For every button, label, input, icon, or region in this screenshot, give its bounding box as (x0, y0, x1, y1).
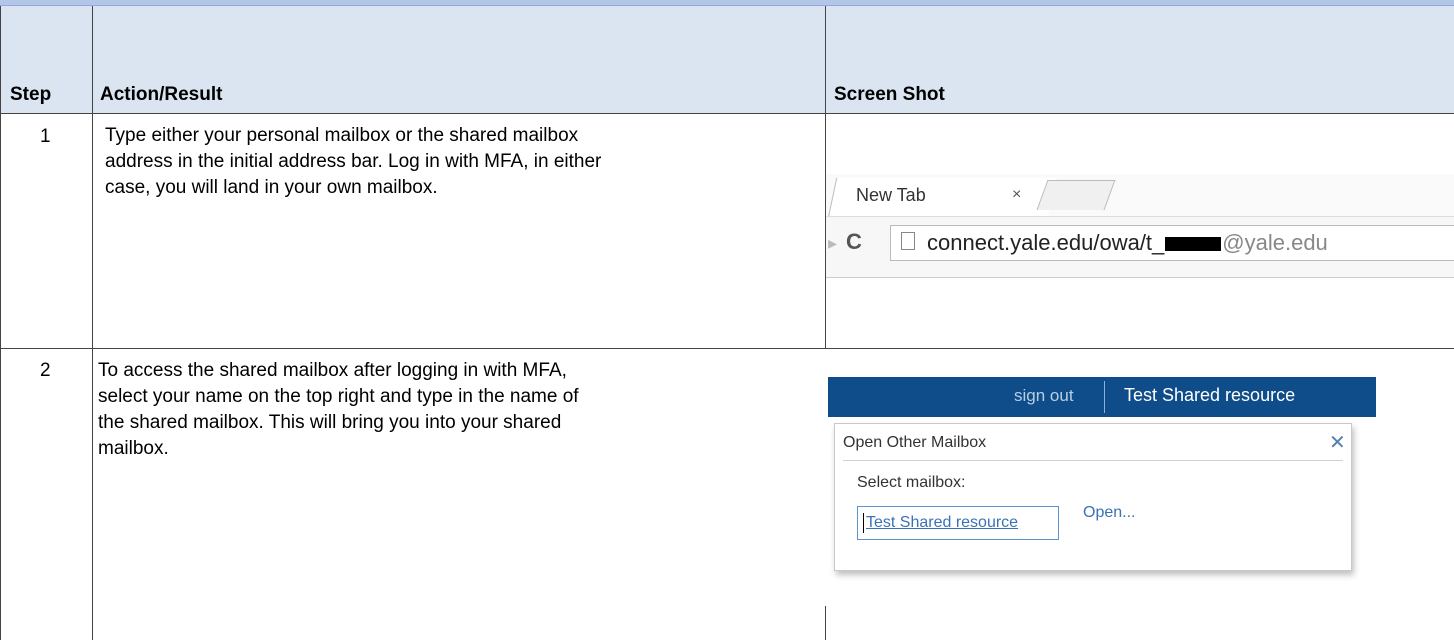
reload-icon: C (846, 229, 862, 254)
tab-strip: New Tab × (826, 174, 1454, 218)
left-border (0, 6, 1, 640)
dialog-close-icon: ✕ (1329, 432, 1346, 454)
address-bar: connect.yale.edu/owa/t_ @yale.edu (890, 225, 1454, 261)
text-line: To access the shared mailbox after loggi… (98, 360, 567, 381)
redaction-block (1165, 237, 1222, 252)
mailbox-input: Test Shared resource (857, 506, 1059, 540)
select-mailbox-label: Select mailbox: (857, 474, 966, 491)
open-button: Open... (1083, 504, 1136, 521)
text-line: Type either your personal mailbox or the… (105, 125, 579, 146)
open-other-mailbox-dialog: Open Other Mailbox ✕ Select mailbox: Tes… (834, 423, 1352, 571)
header-action-result: Action/Result (100, 84, 223, 105)
header-screen-shot: Screen Shot (834, 84, 945, 105)
owa-screenshot: sign out Test Shared resource Open Other… (828, 377, 1376, 589)
row-1-bottom-border (0, 348, 1454, 349)
header-step: Step (10, 84, 52, 105)
step-1-description: Type either your personal mailbox or the… (105, 123, 825, 201)
header-bottom-border (0, 113, 1454, 114)
step-2-description: To access the shared mailbox after loggi… (98, 358, 818, 462)
user-name-menu: Test Shared resource (1124, 385, 1296, 405)
tab-close-icon: × (1012, 186, 1022, 203)
col-divider-step (92, 6, 93, 640)
text-line: case, you will land in your own mailbox. (105, 177, 438, 198)
text-line: address in the initial address bar. Log … (105, 151, 602, 172)
address-bar-url: connect.yale.edu/owa/t_ @yale.edu (927, 230, 1328, 256)
tab-title: New Tab (856, 185, 926, 205)
text-line: the shared mailbox. This will bring you … (98, 412, 562, 433)
owa-top-bar: sign out Test Shared resource (828, 377, 1376, 417)
sign-out-link: sign out (1014, 386, 1074, 405)
col-divider-action-lower (825, 606, 826, 640)
text-line: mailbox. (98, 438, 169, 459)
step-number: 1 (40, 126, 51, 147)
dialog-divider (843, 460, 1343, 461)
url-host: connect.yale.edu/owa/t_ (927, 230, 1165, 255)
forward-arrow-icon: ▸ (828, 233, 838, 253)
browser-screenshot: New Tab × ▸ C connect.yale.edu/owa/t_ @ya… (826, 174, 1454, 278)
new-tab-button (1036, 180, 1116, 210)
browser-toolbar: ▸ C connect.yale.edu/owa/t_ @yale.edu (826, 216, 1454, 278)
text-line: select your name on the top right and ty… (98, 386, 579, 407)
top-bar-separator (1104, 381, 1105, 413)
mailbox-input-value: Test Shared resource (866, 514, 1019, 531)
step-number: 2 (40, 360, 51, 381)
page-icon (901, 232, 915, 250)
text-caret (863, 513, 864, 533)
url-domain: @yale.edu (1222, 230, 1328, 255)
dialog-title: Open Other Mailbox (843, 434, 987, 451)
